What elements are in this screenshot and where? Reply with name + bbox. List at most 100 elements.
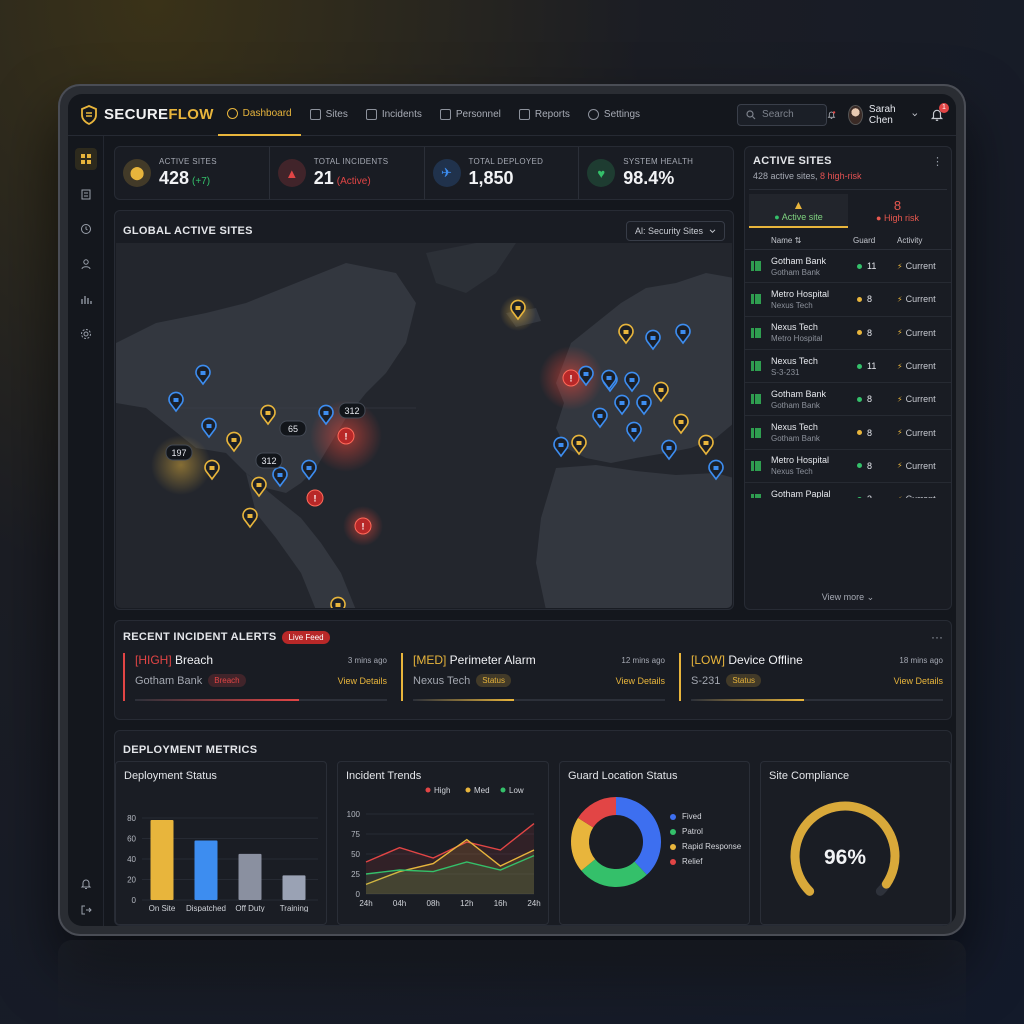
stat-delta: (+7) [192,176,211,187]
sidebar-bell-icon[interactable] [80,878,92,890]
view-details-link[interactable]: View Details [338,676,387,686]
map-title: GLOBAL ACTIVE SITES [123,225,253,237]
tab-high-risk[interactable]: 8 ● High risk [848,194,947,228]
nav-settings[interactable]: Settings [579,94,649,136]
world-map[interactable]: !!!! 197 65 312 312 [116,243,732,608]
status-dot [857,330,862,336]
table-row[interactable]: Gotham Bank Gotham Bank 11 ⚡ Current [745,250,951,284]
sidebar-sites[interactable] [75,183,97,205]
more-options-icon[interactable]: ··· [931,630,943,644]
x-tick-label: 08h [427,899,440,908]
sidebar-personnel[interactable] [75,253,97,275]
x-tick-label: 04h [393,899,406,908]
activity-status: ⚡Current [897,327,936,338]
alert-card[interactable]: [LOW] Device Offline 18 mins ago S-231 Stat… [679,653,943,701]
bolt-icon: ⚡ [897,361,903,371]
metrics-title: DEPLOYMENT METRICS [123,744,258,756]
view-more-link[interactable]: View more ⌄ [745,592,951,603]
table-row[interactable]: Metro Hospital Nexus Tech 8 ⚡ Current [745,450,951,484]
stat-label: ACTIVE SITES [159,157,217,166]
stat-card[interactable]: ⬤ ACTIVE SITES 428 (+7) [115,147,270,199]
site-pin-glyph [515,306,521,310]
search-placeholder: Search [762,109,794,120]
bolt-icon: ⚡ [897,294,903,304]
column-guard[interactable]: Guard [853,236,897,245]
device-reflection [58,940,966,1024]
stat-value: 428 (+7) [159,168,211,188]
column-name[interactable]: Name ⇅ [771,236,853,245]
brand-logo[interactable]: SECUREFLOW [80,104,214,125]
status-dot [857,396,862,402]
stat-card[interactable]: ♥ SYSTEM HEALTH 98.4% [579,147,733,199]
legend-dot [425,787,431,793]
view-details-link[interactable]: View Details [616,676,665,686]
sidebar-history[interactable] [75,218,97,240]
site-sub: Nexus Tech [771,467,813,477]
app-screen: SECUREFLOW Dashboard Sites Incidents Person… [68,94,956,926]
alert-card[interactable]: [HIGH] Breach 3 mins ago Gotham Bank Breach… [123,653,387,701]
stat-card[interactable]: ✈ TOTAL DEPLOYED 1,850 [425,147,580,199]
more-options-icon[interactable]: ⋮ [932,155,943,168]
greenland-landmass [426,243,516,293]
logout-icon[interactable] [80,904,92,916]
sidebar-settings[interactable] [75,323,97,345]
alerts-bell-button[interactable]: 1 [930,102,949,122]
clock-icon [80,224,91,234]
sites-table-body: Gotham Bank Gotham Bank 11 ⚡ Current Metro Ho… [745,250,951,498]
legend-dot [500,787,506,793]
legend-label: High [434,786,450,795]
nav-dashboard[interactable]: Dashboard [217,94,301,136]
nav-personnel[interactable]: Personnel [431,94,510,136]
site-name: Gotham Bank [771,388,827,399]
map-filter-select[interactable]: Al: Security Sites [625,221,725,241]
shield-logo-icon [81,104,97,125]
search-input[interactable]: Search [737,103,828,126]
nav-label: Incidents [381,109,422,120]
site-pin-glyph [658,388,664,392]
status-dot [857,263,862,269]
cluster-count: 312 [261,456,276,466]
stats-bar: ⬤ ACTIVE SITES 428 (+7) ▲ TOTAL INCIDENTS 21 (A… [114,146,734,200]
site-pin-glyph [606,376,612,380]
notification-bell-icon[interactable] [827,109,836,121]
stat-card[interactable]: ▲ TOTAL INCIDENTS 21 (Active) [270,147,425,199]
view-details-link[interactable]: View Details [894,676,943,686]
search-icon [746,109,756,119]
site-pin-glyph [306,466,312,470]
deployment-metrics-panel: DEPLOYMENT METRICS Deployment Status 0 20… [114,730,952,926]
user-menu[interactable]: Sarah Chen [848,104,918,126]
incident-trends-card: Incident Trends High Med Low 0 25 50 75 100 24h 0… [337,761,549,925]
nav-sites[interactable]: Sites [301,94,357,136]
bar-training [282,875,306,900]
legend-item: Patrol [670,827,741,836]
nav-incidents[interactable]: Incidents [357,94,431,136]
alert-card[interactable]: [MED] Perimeter Alarm 12 mins ago Nexus Te… [401,653,665,701]
site-name: Gotham Bank [771,255,827,266]
site-name: Nexus Tech [771,322,818,333]
sidebar-dashboard[interactable] [74,148,97,170]
bell-icon [365,109,377,120]
column-activity[interactable]: Activity [897,236,922,245]
legend-label: Rapid Response [682,842,742,851]
table-row[interactable]: Nexus Tech S-3-231 11 ⚡ Current [745,350,951,384]
table-row[interactable]: Gotham Bank Gotham Bank 8 ⚡ Current [745,383,951,417]
site-pin-glyph [629,378,635,382]
nav-label: Personnel [455,109,501,120]
sidebar-analytics[interactable] [75,288,97,310]
cluster-count: 197 [171,448,186,458]
card-title: Deployment Status [124,770,217,782]
cluster-count: 65 [288,424,298,434]
activity-status: ⚡Current [897,394,936,405]
table-row[interactable]: Metro Hospital Nexus Tech 8 ⚡ Current [745,283,951,317]
nav-label: Dashboard [242,108,292,119]
nav-reports[interactable]: Reports [510,94,579,136]
tab-active-site[interactable]: ▲ ● Active site [749,194,848,228]
alert-site: S-231 Status [691,674,762,687]
table-row[interactable]: Nexus Tech Gotham Bank 8 ⚡ Current [745,416,951,450]
status-badge: Breach [208,674,246,687]
slice-fixed [615,797,661,875]
table-row[interactable]: Gotham PaplalNexus Tech3⚡Current [745,483,951,498]
table-row[interactable]: Nexus Tech Metro Hospital 8 ⚡ Current [745,317,951,350]
legend-label: Fived [682,812,702,821]
y-tick-label: 75 [351,830,360,839]
